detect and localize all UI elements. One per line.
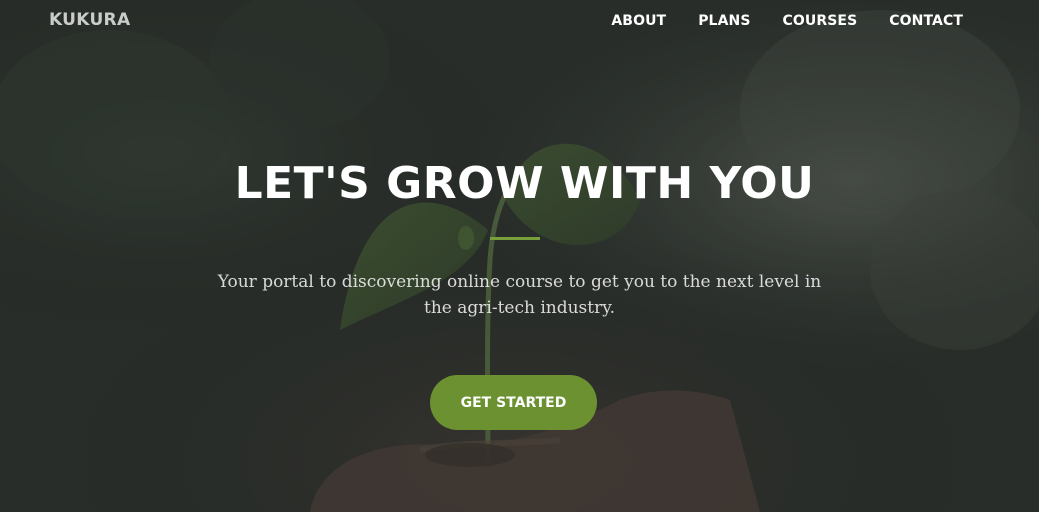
get-started-button[interactable]: GET STARTED xyxy=(430,375,597,430)
nav-item-contact[interactable]: CONTACT xyxy=(889,13,963,29)
nav-menu: ABOUT PLANS COURSES CONTACT xyxy=(611,13,963,29)
hero-title: LET'S GROW WITH YOU xyxy=(234,158,815,209)
nav-item-plans[interactable]: PLANS xyxy=(698,13,750,29)
hero-section: KUKURA ABOUT PLANS COURSES CONTACT LET'S… xyxy=(0,0,1039,512)
hero-content: LET'S GROW WITH YOU Your portal to disco… xyxy=(0,158,1039,321)
title-divider xyxy=(489,237,540,240)
nav-item-about[interactable]: ABOUT xyxy=(611,13,666,29)
nav-item-courses[interactable]: COURSES xyxy=(783,13,858,29)
hero-subtitle: Your portal to discovering online course… xyxy=(217,272,822,318)
brand-logo[interactable]: KUKURA xyxy=(49,10,130,30)
top-navigation: KUKURA ABOUT PLANS COURSES CONTACT xyxy=(0,0,1039,44)
